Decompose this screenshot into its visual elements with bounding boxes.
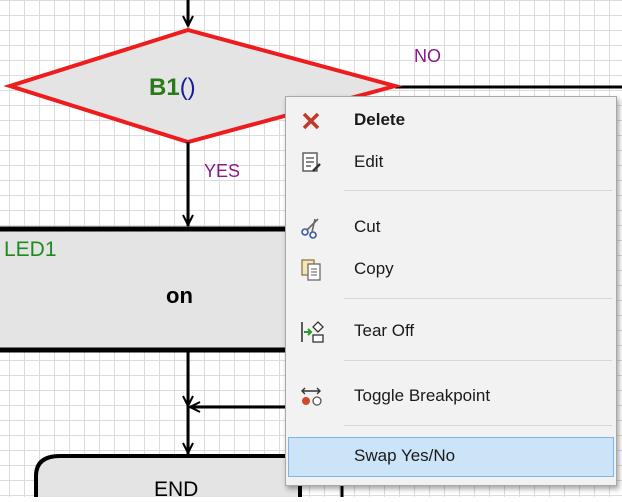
- process-block-name: LED1: [4, 238, 57, 261]
- menu-separator: [344, 298, 612, 299]
- tear-off-icon: [301, 321, 324, 343]
- decision-call-name: B1: [149, 74, 180, 101]
- menu-item-label: Swap Yes/No: [354, 446, 456, 465]
- yes-branch-label: YES: [204, 161, 241, 181]
- menu-item-copy[interactable]: Copy: [288, 250, 614, 290]
- menu-item-label: Edit: [354, 152, 384, 171]
- decision-call-parens: (): [179, 74, 196, 101]
- menu-item-toggle-breakpoint[interactable]: Toggle Breakpoint: [288, 377, 614, 417]
- menu-item-cut[interactable]: Cut: [288, 208, 614, 248]
- menu-separator: [344, 190, 612, 191]
- breakpoint-icon: [301, 387, 322, 406]
- menu-item-label: Cut: [354, 217, 381, 236]
- menu-item-label: Tear Off: [354, 321, 415, 340]
- menu-separator: [344, 425, 612, 426]
- menu-item-label: Copy: [354, 259, 394, 278]
- no-branch-label: NO: [414, 46, 441, 66]
- menu-item-tear-off[interactable]: Tear Off: [288, 312, 614, 352]
- menu-item-label: Toggle Breakpoint: [354, 386, 491, 405]
- end-label: END: [154, 478, 199, 501]
- menu-item-label: Delete: [354, 110, 406, 129]
- menu-separator: [344, 360, 612, 361]
- delete-x-icon: [302, 112, 320, 130]
- menu-item-swap-yes-no[interactable]: Swap Yes/No: [288, 437, 614, 477]
- context-menu: Delete Edit Cut Copy Tear Off Toggle Bre…: [285, 96, 617, 486]
- menu-item-edit[interactable]: Edit: [288, 143, 614, 183]
- copy-icon: [301, 259, 321, 281]
- scissors-icon: [301, 218, 319, 239]
- menu-item-delete[interactable]: Delete: [288, 101, 614, 141]
- edit-icon: [302, 152, 321, 172]
- process-block-action: on: [166, 283, 193, 308]
